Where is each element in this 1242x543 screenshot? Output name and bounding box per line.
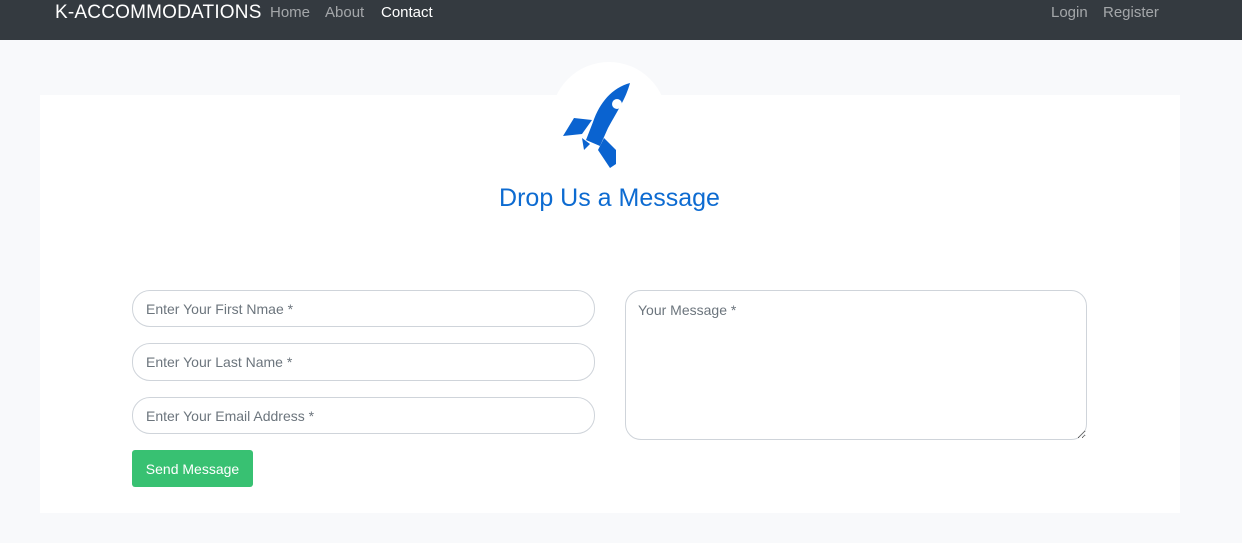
nav-link-contact[interactable]: Contact [381,4,433,22]
nav-link-login[interactable]: Login [1051,4,1088,22]
send-message-button[interactable]: Send Message [132,450,253,487]
email-input[interactable] [132,397,595,434]
message-textarea[interactable] [625,290,1087,440]
first-name-input[interactable] [132,290,595,327]
nav-link-about[interactable]: About [325,4,364,22]
form-title: Drop Us a Message [499,184,720,212]
nav-link-register[interactable]: Register [1103,4,1159,22]
top-navbar: K-ACCOMMODATIONS Home About Contact Logi… [0,0,1242,40]
rocket-icon [563,83,630,168]
brand-logo[interactable]: K-ACCOMMODATIONS [55,2,262,24]
last-name-input[interactable] [132,343,595,381]
nav-link-home[interactable]: Home [270,4,310,22]
